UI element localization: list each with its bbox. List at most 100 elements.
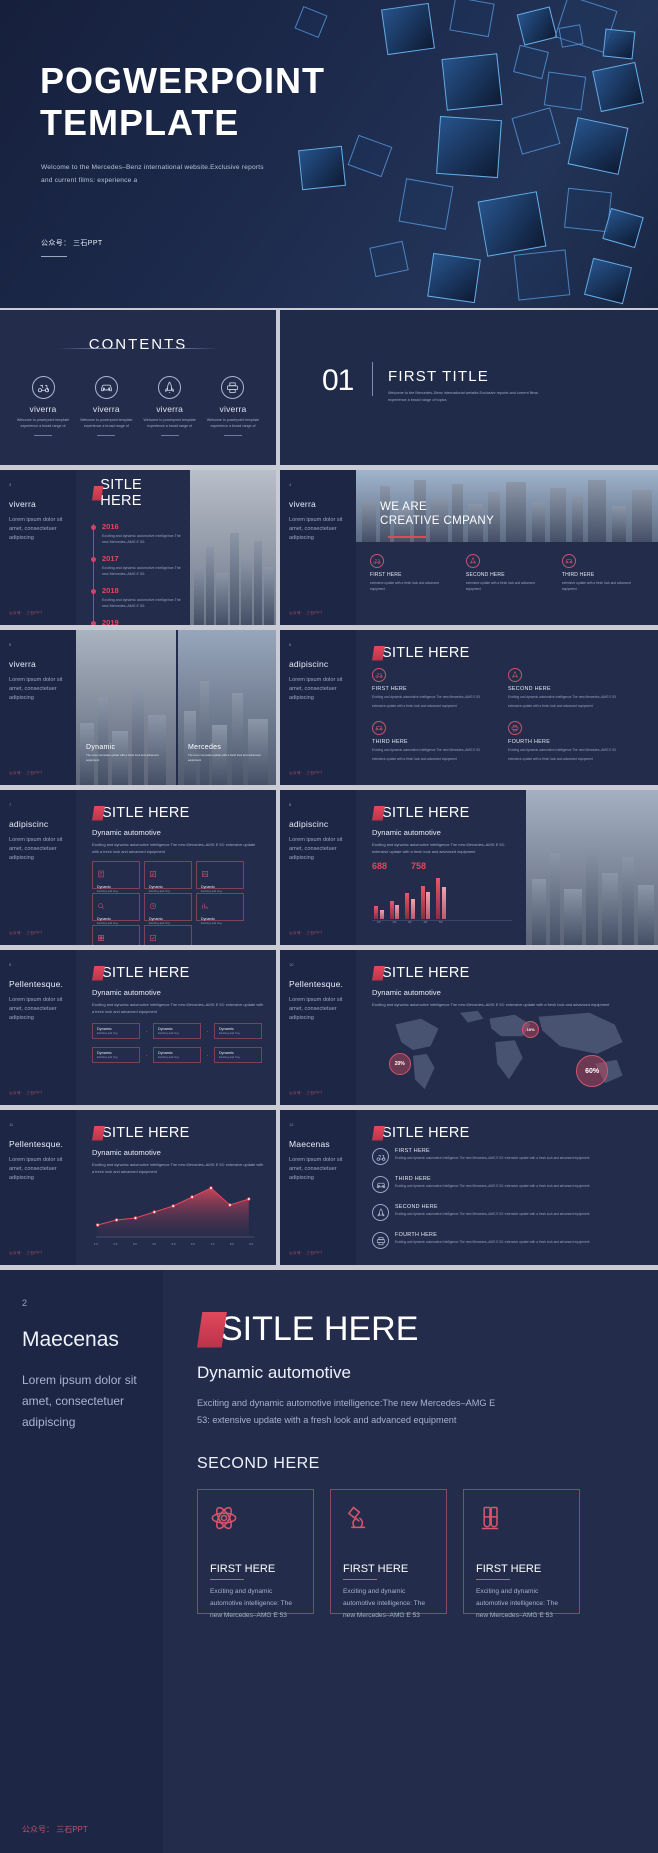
- timeline-year: 2017: [102, 553, 119, 563]
- slide-rail: 7 adipiscinc Lorem ipsum dolor sit amet,…: [0, 790, 76, 945]
- contents-item-4[interactable]: viverra Welcome to powerpoint template e…: [202, 376, 264, 436]
- testtube-icon: [476, 1504, 567, 1537]
- feature-cell-4[interactable]: FOURTH HERE Exciting and dynamic automot…: [508, 720, 644, 766]
- final-card-3[interactable]: FIRST HERE Exciting and dynamic automoti…: [463, 1489, 580, 1619]
- section-desc: Welcome to the Mercedes–Benz internation…: [388, 391, 539, 403]
- final-rail: 2 Maecenas Lorem ipsum dolor sit amet, c…: [0, 1270, 163, 1853]
- slide-timeline[interactable]: 3 viverra Lorem ipsum dolor sit amet, co…: [0, 470, 276, 625]
- search-icon: [97, 897, 135, 915]
- card-1[interactable]: Dynamic Exciting and Img: [92, 861, 140, 893]
- slide-footer: 公众号： 三石PPT: [9, 611, 43, 615]
- card-7[interactable]: DynamicExciting and Img: [92, 925, 140, 945]
- list-item[interactable]: FOURTH HERE Exciting and dynamic automoti…: [372, 1232, 644, 1253]
- flow-box-3[interactable]: Dynamic Exciting and Img: [214, 1023, 262, 1040]
- feature-text: extensive update with a fresh look and a…: [370, 581, 439, 591]
- final-subheading: Dynamic automotive: [197, 1363, 352, 1382]
- slide-contents[interactable]: CONTENTS viverra Welcome to powerpoint t…: [0, 310, 276, 465]
- city-photo: [190, 470, 276, 625]
- flow-diagram: Dynamic Exciting and Img Dynamic Exciting …: [92, 1023, 262, 1064]
- slide-heading: SITLE HERE: [92, 804, 262, 822]
- timeline-text: Exciting and dynamic automotive intellig…: [102, 597, 181, 609]
- card-8[interactable]: DynamicExciting and Img: [144, 925, 192, 945]
- final-card-2[interactable]: FIRST HERE Exciting and dynamic automoti…: [330, 1489, 447, 1619]
- slide-area-chart[interactable]: 11 Pellentesque. Lorem ipsum dolor sit a…: [0, 1110, 276, 1265]
- flow-connector: [207, 1054, 208, 1056]
- slide-bar-chart[interactable]: 8 adipiscinc Lorem ipsum dolor sit amet,…: [280, 790, 658, 945]
- slide-two-photos[interactable]: 5 viverra Lorem ipsum dolor sit amet, co…: [0, 630, 276, 785]
- flow-box-4[interactable]: Dynamic Exciting and Img: [92, 1047, 140, 1064]
- list-title: THIRD HERE: [395, 1176, 431, 1182]
- timeline-item[interactable]: 2016 Exciting and dynamic automotive int…: [90, 522, 188, 546]
- tick-label: 3/5: [407, 921, 412, 925]
- slide-subheading: Dynamic automotive: [372, 828, 441, 837]
- feature-text: extensive update with a fresh look and a…: [465, 581, 535, 591]
- feature-cell-3[interactable]: THIRD HERE extensive update with a fresh…: [561, 554, 644, 593]
- timeline-text: Exciting and dynamic automotive intellig…: [102, 565, 181, 577]
- bar-group: [420, 886, 430, 920]
- slide-paragraph: Exciting and dynamic automotive intellig…: [372, 842, 505, 855]
- tick-label: 1/5: [376, 921, 381, 925]
- card-4[interactable]: Dynamic Exciting and Img: [92, 893, 140, 925]
- flow-connector: [146, 1054, 147, 1056]
- slide-list[interactable]: 12 Maecenas Lorem ipsum dolor sit amet, …: [280, 1110, 658, 1265]
- contents-deco-right: [160, 348, 218, 349]
- final-card-rule: [476, 1579, 510, 1581]
- city-photo: [526, 790, 658, 945]
- flow-sub: Exciting and Img: [97, 1055, 118, 1060]
- list-item[interactable]: SECOND HERE Exciting and dynamic automoti…: [372, 1204, 644, 1225]
- slide-heading-text: SITLE HERE: [102, 965, 190, 981]
- slide-four-features[interactable]: 6 adipiscinc Lorem ipsum dolor sit amet,…: [280, 630, 658, 785]
- timeline-item[interactable]: 2018 Exciting and dynamic automotive int…: [90, 586, 188, 610]
- feature-cell-2[interactable]: SECOND HERE Exciting and dynamic automot…: [508, 668, 644, 713]
- feature-cell-1[interactable]: FIRST HERE Exciting and dynamic automoti…: [372, 668, 508, 713]
- feature-cell-3[interactable]: THIRD HERE Exciting and dynamic automoti…: [372, 720, 508, 766]
- card-3[interactable]: Dynamic Exciting and Img: [196, 861, 244, 893]
- contents-item-label: viverra: [29, 404, 57, 414]
- timeline-year: 2019: [102, 617, 119, 625]
- feature-cell-2[interactable]: SECOND HERE extensive update with a fres…: [465, 554, 548, 593]
- slide-final[interactable]: 2 Maecenas Lorem ipsum dolor sit amet, c…: [0, 1270, 658, 1853]
- atom-icon: [210, 1504, 301, 1537]
- feature-cell-1[interactable]: FIRST HERE extensive update with a fresh…: [370, 554, 452, 593]
- rail-title: Pellentesque.: [9, 979, 64, 989]
- flow-box-5[interactable]: Dynamic Exciting and Img: [153, 1047, 201, 1064]
- flow-box-6[interactable]: Dynamic Exciting and Img: [214, 1047, 262, 1064]
- contents-item-1[interactable]: viverra Welcome to powerpoint template e…: [12, 376, 74, 436]
- feature-extra: extensive update with a fresh look and a…: [508, 703, 593, 708]
- slide-heading: SITLE HERE: [372, 1124, 644, 1142]
- card-2[interactable]: Dynamic Exciting and Img: [144, 861, 192, 893]
- contents-item-rule: [97, 434, 116, 436]
- list-item[interactable]: FIRST HERE Exciting and dynamic automotiv…: [372, 1148, 644, 1169]
- tick-label: 5.0: [171, 1242, 176, 1247]
- tick-label: 8.0: [229, 1242, 234, 1247]
- list-item[interactable]: THIRD HERE Exciting and dynamic automotiv…: [372, 1176, 644, 1197]
- slide-footer: 公众号： 三石PPT: [9, 1251, 43, 1255]
- slide-heading: SITLE HERE: [92, 964, 262, 982]
- final-card-title: FIRST HERE: [476, 1563, 542, 1576]
- flow-box-1[interactable]: Dynamic Exciting and Img: [92, 1023, 140, 1040]
- rail-title: Maecenas: [22, 1328, 119, 1351]
- tick-label: 2.0: [113, 1242, 118, 1247]
- timeline-item[interactable]: 2017 Exciting and dynamic automotive int…: [90, 553, 188, 578]
- timeline-item[interactable]: 2019 Exciting and dynamic automotive int…: [90, 617, 188, 625]
- rail-title: viverra: [9, 659, 36, 669]
- flow-box-2[interactable]: Dynamic Exciting and Img: [153, 1023, 201, 1040]
- slide-section-01[interactable]: 01 FIRST TITLE Welcome to the Mercedes–B…: [280, 310, 658, 465]
- slide-heading-text: SITLE HERE: [102, 805, 190, 821]
- card-6[interactable]: Dynamic Exciting and Img: [196, 893, 244, 925]
- flow-sub: Exciting and Img: [219, 1031, 240, 1036]
- slide-flow[interactable]: 9 Pellentesque. Lorem ipsum dolor sit am…: [0, 950, 276, 1105]
- contents-item-2[interactable]: viverra Welcome to powerpoint template e…: [75, 376, 137, 436]
- page-number: 9: [9, 962, 12, 967]
- slide-map[interactable]: 10 Pellentesque. Lorem ipsum dolor sit a…: [280, 950, 658, 1105]
- caption-left: Dynamic The new mercedes update with a f…: [86, 744, 162, 763]
- card-sub: Exciting and Img: [201, 921, 222, 926]
- card-5[interactable]: Dynamic Exciting and Img: [144, 893, 192, 925]
- slide-card-grid[interactable]: 7 adipiscinc Lorem ipsum dolor sit amet,…: [0, 790, 276, 945]
- slide-cover[interactable]: POGWERPOINT TEMPLATE Welcome to the Merc…: [0, 0, 658, 308]
- slide-creative[interactable]: 4 viverra Lorem ipsum dolor sit amet, co…: [280, 470, 658, 625]
- contents-item-3[interactable]: viverra Welcome to powerpoint template e…: [139, 376, 201, 436]
- caption-right: Mercedes The new mercedes update with a …: [188, 744, 264, 763]
- final-card-1[interactable]: FIRST HERE Exciting and dynamic automoti…: [197, 1489, 314, 1619]
- map-bubble-1[interactable]: 20%: [388, 1053, 411, 1076]
